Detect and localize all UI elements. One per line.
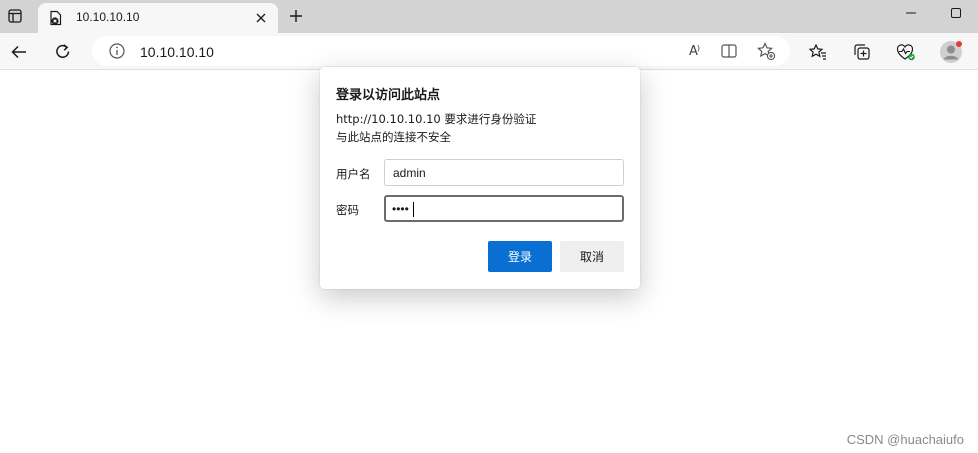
- maximize-icon[interactable]: [945, 3, 967, 23]
- split-screen-icon[interactable]: [718, 40, 740, 62]
- tab-actions-icon[interactable]: [4, 5, 26, 27]
- url-text[interactable]: 10.10.10.10: [140, 44, 214, 60]
- username-label: 用户名: [336, 167, 371, 181]
- password-masked-value: ••••: [392, 202, 409, 216]
- favorites-icon[interactable]: [805, 39, 831, 65]
- dialog-message-line1: http://10.10.10.10 要求进行身份验证: [336, 112, 537, 126]
- username-field[interactable]: admin: [384, 159, 624, 186]
- browser-tab[interactable]: 10.10.10.10: [38, 3, 278, 33]
- document-blocked-icon: [48, 10, 64, 26]
- info-icon[interactable]: [108, 42, 126, 60]
- profile-avatar-icon[interactable]: [938, 39, 964, 65]
- password-label: 密码: [336, 203, 359, 217]
- auth-dialog: 登录以访问此站点 http://10.10.10.10 要求进行身份验证 与此站…: [320, 67, 640, 289]
- refresh-icon[interactable]: [50, 39, 76, 65]
- dialog-message-line2: 与此站点的连接不安全: [336, 130, 451, 144]
- text-caret: [413, 202, 414, 217]
- read-aloud-icon[interactable]: A⁾: [683, 40, 705, 62]
- minimize-icon[interactable]: [900, 3, 922, 23]
- back-arrow-icon[interactable]: [6, 39, 32, 65]
- browser-toolbar: 10.10.10.10 A⁾: [0, 33, 978, 70]
- sign-in-button[interactable]: 登录: [488, 241, 552, 272]
- username-value: admin: [393, 166, 426, 180]
- collections-icon[interactable]: [849, 39, 875, 65]
- cancel-button[interactable]: 取消: [560, 241, 624, 272]
- tab-title: 10.10.10.10: [76, 10, 140, 24]
- address-bar[interactable]: 10.10.10.10 A⁾: [92, 36, 790, 66]
- watermark-text: CSDN @huachaiufo: [846, 432, 964, 447]
- add-favorite-icon[interactable]: [755, 40, 777, 62]
- close-tab-icon[interactable]: [253, 10, 269, 26]
- password-field[interactable]: ••••: [384, 195, 624, 222]
- browser-essentials-icon[interactable]: [893, 39, 919, 65]
- tab-strip: 10.10.10.10: [0, 0, 978, 33]
- dialog-title: 登录以访问此站点: [336, 88, 441, 103]
- new-tab-icon[interactable]: [285, 5, 307, 27]
